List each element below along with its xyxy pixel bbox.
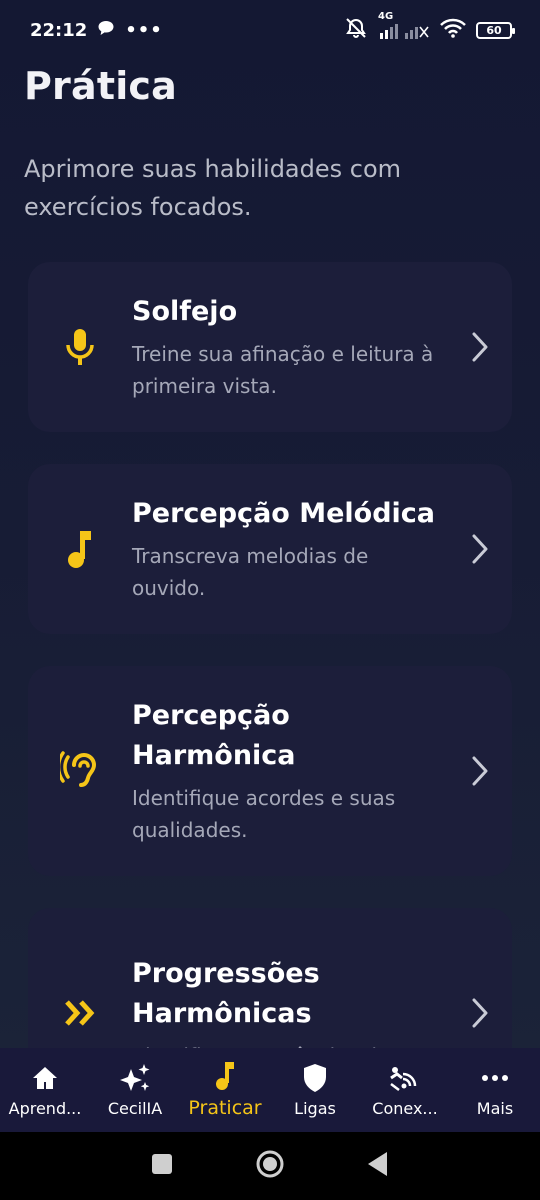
system-navigation-bar <box>0 1132 540 1200</box>
nav-item-conexoes[interactable]: Conex... <box>360 1048 450 1132</box>
card-text: Progressões Harmônicas Identifique sequê… <box>132 954 448 1048</box>
sparkles-icon <box>118 1063 152 1093</box>
connections-icon <box>389 1063 421 1093</box>
practice-card-solfejo[interactable]: Solfejo Treine sua afinação e leitura à … <box>28 262 512 432</box>
card-text: Solfejo Treine sua afinação e leitura à … <box>132 292 448 402</box>
cell-signal-icon: 4G <box>378 11 430 39</box>
nav-label: Mais <box>476 1098 514 1118</box>
nav-label: Aprend... <box>8 1098 82 1118</box>
home-button[interactable] <box>255 1149 285 1183</box>
status-more-dots: ••• <box>125 19 163 41</box>
chevron-right-icon <box>448 997 512 1029</box>
practice-card-percepcao-melodica[interactable]: Percepção Melódica Transcreva melodias d… <box>28 464 512 634</box>
nav-item-ligas[interactable]: Ligas <box>270 1048 360 1132</box>
nav-item-mais[interactable]: Mais <box>450 1048 540 1132</box>
practice-list[interactable]: Solfejo Treine sua afinação e leitura à … <box>0 260 540 1048</box>
card-description: Identifique acordes e suas qualidades. <box>132 786 396 842</box>
card-title: Percepção Melódica <box>132 498 436 529</box>
shield-icon <box>302 1063 328 1093</box>
status-right: 4G 60 <box>344 11 515 43</box>
status-bar: 22:12 ••• 4G 60 <box>0 0 540 60</box>
microphone-icon <box>28 327 132 367</box>
hearing-icon <box>28 749 132 793</box>
double-chevron-right-icon <box>28 998 132 1028</box>
chat-notification-icon <box>97 20 115 41</box>
practice-card-progressoes-harmonicas[interactable]: Progressões Harmônicas Identifique sequê… <box>28 908 512 1048</box>
nav-item-cecilia[interactable]: CecilIA <box>90 1048 180 1132</box>
practice-card-percepcao-harmonica[interactable]: Percepção Harmônica Identifique acordes … <box>28 666 512 876</box>
nav-item-aprender[interactable]: Aprend... <box>0 1048 90 1132</box>
nav-label: Praticar <box>188 1097 262 1119</box>
mute-alarm-icon <box>344 17 368 43</box>
chevron-right-icon <box>448 331 512 363</box>
card-description: Transcreva melodias de ouvido. <box>132 544 369 600</box>
nav-item-praticar[interactable]: Praticar <box>180 1048 270 1132</box>
recent-apps-button[interactable] <box>151 1153 173 1179</box>
nav-label: Conex... <box>372 1098 438 1118</box>
card-title: Solfejo <box>132 296 238 327</box>
network-type: 4G <box>378 11 394 22</box>
card-title: Progressões Harmônicas <box>132 958 320 1029</box>
page-subtitle: Aprimore suas habilidades com exercícios… <box>24 155 402 221</box>
chevron-right-icon <box>448 533 512 565</box>
back-button[interactable] <box>367 1151 389 1181</box>
card-description: Identifique sequências de <box>132 1040 440 1048</box>
battery-indicator: 60 <box>476 21 515 39</box>
chevron-right-icon <box>448 755 512 787</box>
status-left: 22:12 ••• <box>30 20 163 41</box>
card-description: Treine sua afinação e leitura à primeira… <box>132 342 434 398</box>
wifi-icon <box>440 18 466 42</box>
bottom-navigation: Aprend... CecilIA Praticar Ligas Conex..… <box>0 1048 540 1132</box>
card-text: Percepção Harmônica Identifique acordes … <box>132 696 448 846</box>
music-note-icon <box>214 1061 236 1091</box>
status-time: 22:12 <box>30 19 88 41</box>
card-text: Percepção Melódica Transcreva melodias d… <box>132 494 448 604</box>
home-icon <box>31 1063 59 1093</box>
more-icon <box>482 1063 508 1093</box>
music-note-icon <box>28 529 132 569</box>
nav-label: CecilIA <box>107 1098 163 1118</box>
page-title: Prática <box>24 64 177 108</box>
card-title: Percepção Harmônica <box>132 700 296 771</box>
nav-label: Ligas <box>294 1098 336 1118</box>
